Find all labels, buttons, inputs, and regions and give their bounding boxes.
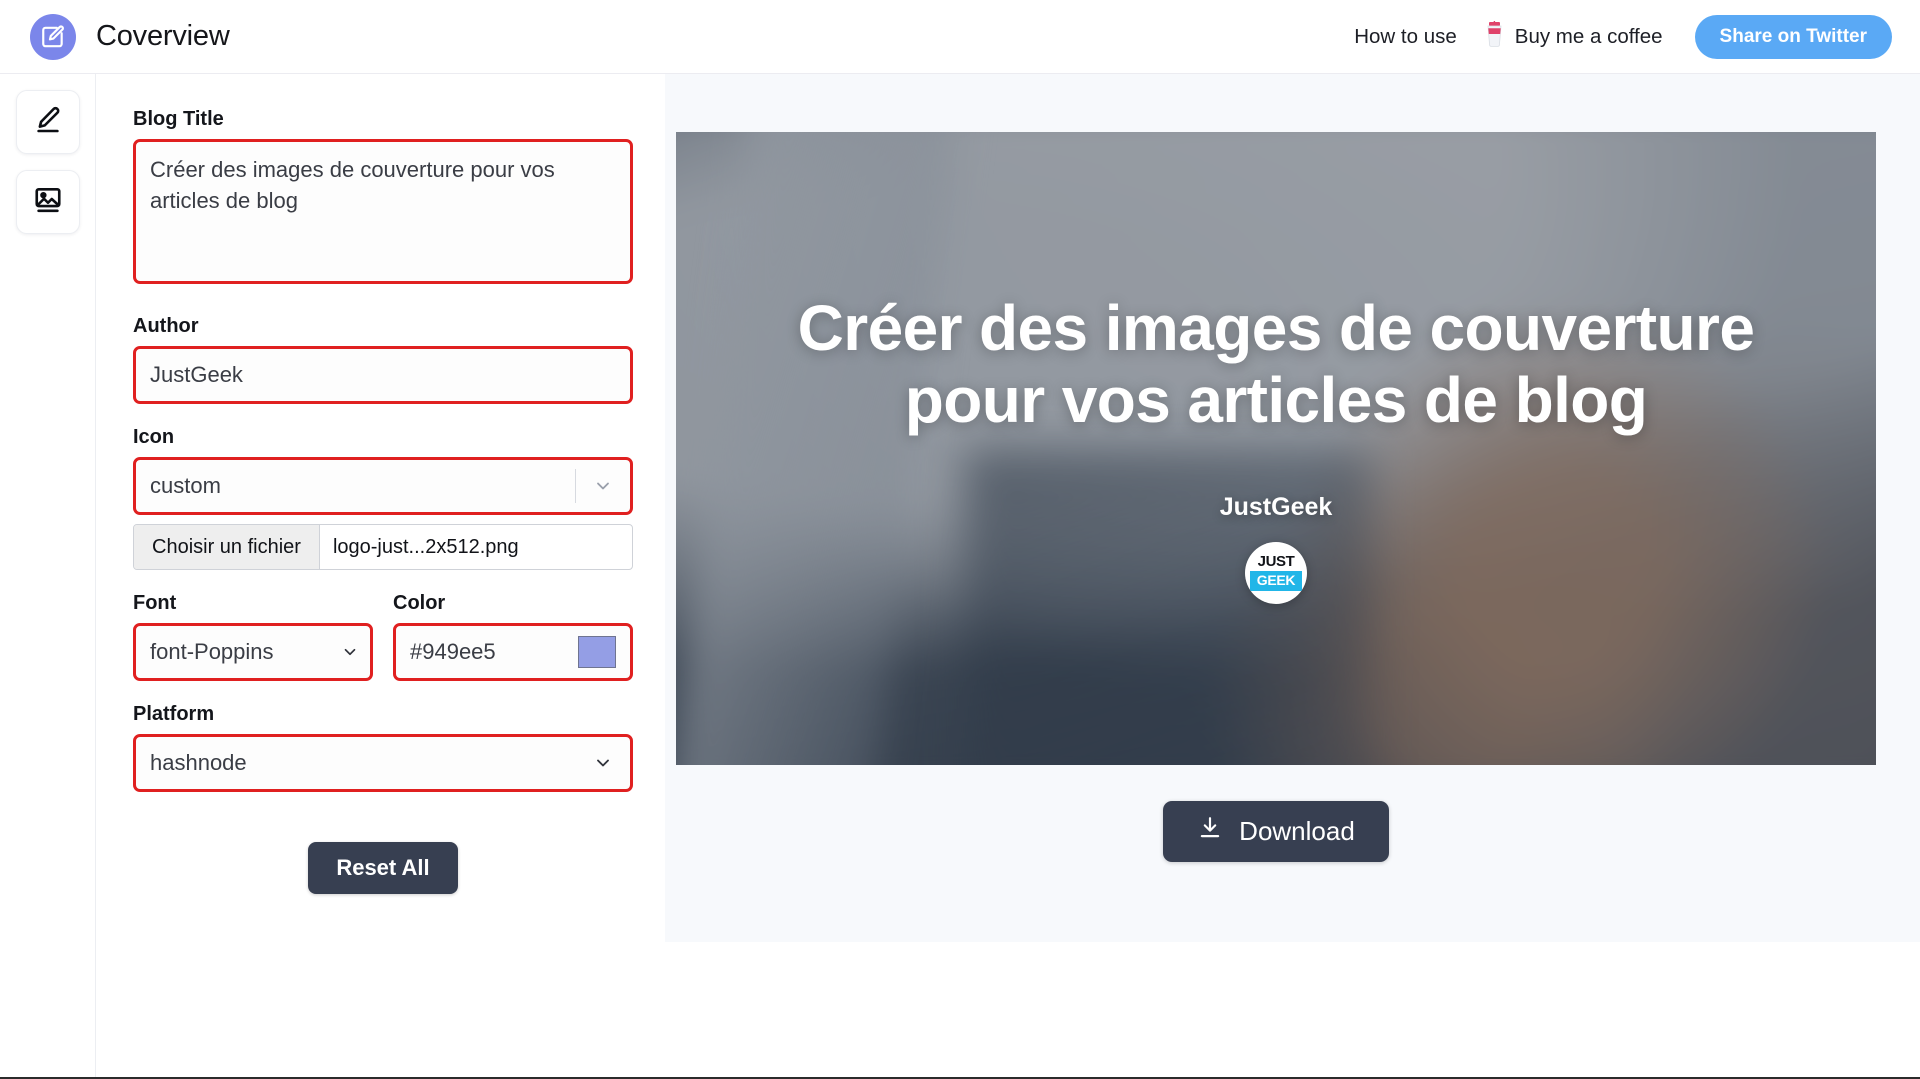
color-input[interactable]: #949ee5: [393, 623, 633, 681]
color-value: #949ee5: [410, 639, 496, 664]
platform-label: Platform: [133, 703, 215, 725]
logo-top-text: JUST: [1257, 553, 1295, 571]
chevron-down-icon: [576, 476, 630, 496]
cover-logo: JUST GEEK: [1245, 541, 1307, 604]
header-actions: How to use Buy me a coffee Share on Twit…: [1340, 14, 1892, 59]
cover-content: Créer des images de couverture pour vos …: [676, 132, 1876, 765]
platform-select[interactable]: hashnode: [133, 734, 633, 792]
rail-item-background[interactable]: [15, 170, 80, 234]
buy-me-a-coffee-link[interactable]: Buy me a coffee: [1471, 21, 1677, 52]
settings-form: Blog Title Author Icon custom Choisir un…: [95, 74, 665, 1079]
font-select[interactable]: font-Poppins: [133, 623, 373, 681]
buy-me-a-coffee-label: Buy me a coffee: [1514, 24, 1663, 48]
icon-select-value: custom: [150, 473, 221, 498]
icon-select[interactable]: custom: [133, 457, 633, 515]
rail-item-editor[interactable]: [15, 90, 80, 154]
reset-all-button[interactable]: Reset All: [308, 842, 458, 894]
share-on-twitter-button[interactable]: Share on Twitter: [1694, 14, 1892, 59]
coffee-cup-icon: [1485, 21, 1504, 52]
chosen-file-name: logo-just...2x512.png: [332, 535, 519, 558]
cover-title: Créer des images de couverture pour vos …: [797, 292, 1755, 436]
edit-square-pencil-icon: [30, 13, 76, 60]
download-row: Download: [676, 801, 1876, 862]
color-swatch[interactable]: [578, 636, 616, 668]
choose-file-button[interactable]: Choisir un fichier: [134, 525, 320, 569]
platform-select-value: hashnode: [150, 750, 247, 775]
cover-author: JustGeek: [1219, 492, 1333, 521]
author-label: Author: [133, 315, 199, 337]
icon-file-picker[interactable]: Choisir un fichier logo-just...2x512.png: [133, 524, 633, 570]
page-title: Coverview: [96, 20, 230, 52]
author-input[interactable]: [133, 346, 633, 404]
app-header: Coverview How to use Buy me a coffee Sha…: [0, 0, 1920, 74]
download-arrow-icon: [1197, 815, 1223, 848]
preview-pane: Créer des images de couverture pour vos …: [665, 74, 1920, 942]
font-select-value: font-Poppins: [150, 639, 274, 664]
chevron-down-icon: [576, 753, 630, 773]
blog-title-label: Blog Title: [133, 108, 224, 130]
color-label: Color: [393, 592, 446, 614]
reset-row: Reset All: [133, 842, 633, 894]
icon-rail: [0, 74, 95, 1079]
logo-bottom-text: GEEK: [1249, 571, 1303, 591]
download-button[interactable]: Download: [1163, 801, 1389, 862]
how-to-use-link[interactable]: How to use: [1340, 25, 1471, 49]
font-label: Font: [133, 592, 177, 614]
download-button-label: Download: [1239, 816, 1355, 846]
image-photo-icon: [33, 185, 63, 220]
color-field-group: Color #949ee5: [393, 592, 633, 681]
brand: Coverview: [30, 13, 230, 60]
chevron-down-icon: [330, 643, 370, 661]
icon-label: Icon: [133, 426, 175, 448]
blog-title-input[interactable]: [133, 139, 633, 284]
pencil-edit-icon: [33, 105, 63, 140]
font-field-group: Font font-Poppins: [133, 592, 373, 681]
font-color-row: Font font-Poppins Color #949ee5: [133, 592, 665, 681]
cover-preview: Créer des images de couverture pour vos …: [676, 132, 1876, 765]
